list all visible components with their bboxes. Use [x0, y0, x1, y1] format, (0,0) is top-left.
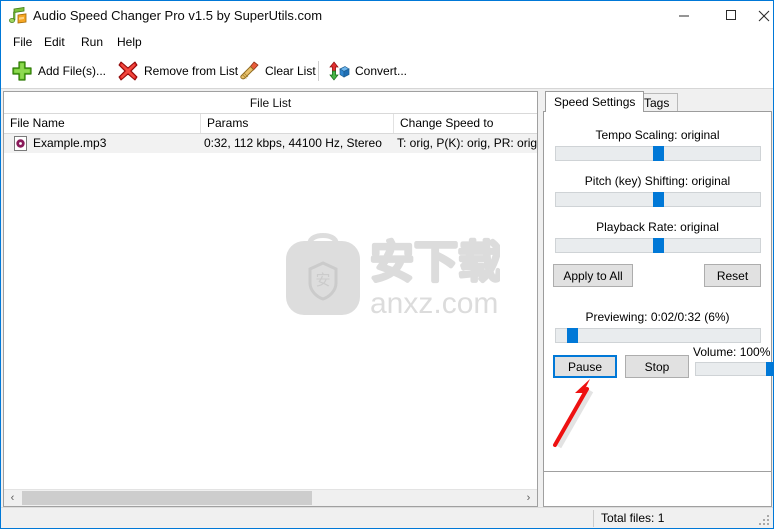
status-bar: Total files: 1 [1, 507, 773, 528]
remove-from-list-label: Remove from List [144, 64, 239, 78]
pitch-shifting-label: Pitch (key) Shifting: original [584, 174, 731, 188]
volume-slider-thumb[interactable] [766, 362, 773, 376]
table-row[interactable]: Example.mp3 0:32, 112 kbps, 44100 Hz, St… [4, 134, 537, 153]
playback-rate-slider-thumb[interactable] [653, 238, 664, 253]
playback-rate-slider[interactable] [555, 238, 761, 253]
green-plus-icon [11, 60, 33, 82]
reset-button[interactable]: Reset [704, 264, 761, 287]
cell-change-speed-to: T: orig, P(K): orig, PR: orig [397, 136, 537, 150]
tempo-scaling-slider[interactable] [555, 146, 761, 161]
tags-preview-blank-panel [543, 471, 772, 507]
menu-file[interactable]: File [7, 34, 38, 51]
window-title: Audio Speed Changer Pro v1.5 by SuperUti… [33, 8, 323, 23]
column-header-change-speed-to[interactable]: Change Speed to [394, 114, 537, 133]
minimize-icon [678, 15, 689, 17]
toolbar: Add File(s)... Remove from List Clear Li… [1, 53, 773, 89]
music-note-icon [8, 6, 28, 26]
apply-to-all-button[interactable]: Apply to All [553, 264, 633, 287]
remove-from-list-button[interactable]: Remove from List [117, 57, 238, 85]
preview-progress-slider[interactable] [555, 328, 761, 343]
menu-bar: File Edit Run Help [1, 31, 773, 53]
tempo-scaling-label: Tempo Scaling: original [595, 128, 720, 142]
broom-icon [238, 60, 260, 82]
file-list-panel: File List File Name Params Change Speed … [3, 91, 538, 507]
convert-label: Convert... [355, 64, 408, 78]
convert-cube-icon [328, 60, 350, 82]
menu-run[interactable]: Run [75, 34, 109, 51]
stop-button[interactable]: Stop [625, 355, 689, 378]
file-list-body: Example.mp3 0:32, 112 kbps, 44100 Hz, St… [4, 134, 537, 488]
close-icon [758, 10, 770, 21]
add-files-label: Add File(s)... [38, 64, 107, 78]
file-list-caption: File List [4, 92, 537, 114]
mp3-file-icon [13, 136, 28, 151]
close-button[interactable] [755, 1, 773, 30]
red-x-icon [117, 60, 139, 82]
status-bar-separator [593, 510, 594, 527]
horizontal-scrollbar[interactable]: ‹ › [4, 489, 537, 506]
cell-file-name: Example.mp3 [33, 136, 107, 150]
preview-progress-thumb[interactable] [567, 328, 578, 343]
speed-settings-panel: Tempo Scaling: original Pitch (key) Shif… [543, 111, 773, 484]
volume-label: Volume: 100% [693, 345, 771, 359]
toolbar-separator [318, 61, 319, 81]
resize-grip-icon[interactable] [758, 514, 770, 526]
settings-tabstrip: Speed Settings Tags [543, 91, 772, 112]
cell-params: 0:32, 112 kbps, 44100 Hz, Stereo [204, 136, 382, 150]
scrollbar-thumb[interactable] [22, 491, 312, 505]
add-files-button[interactable]: Add File(s)... [11, 57, 106, 85]
column-header-params[interactable]: Params [201, 114, 394, 133]
maximize-icon [725, 10, 736, 20]
volume-slider[interactable] [695, 362, 773, 376]
pause-button[interactable]: Pause [553, 355, 617, 378]
playback-rate-label: Playback Rate: original [596, 220, 719, 234]
pitch-shifting-slider[interactable] [555, 192, 761, 207]
minimize-button[interactable] [661, 1, 707, 30]
title-bar: Audio Speed Changer Pro v1.5 by SuperUti… [1, 1, 773, 31]
menu-edit[interactable]: Edit [38, 34, 71, 51]
tempo-scaling-slider-thumb[interactable] [653, 146, 664, 161]
pitch-shifting-slider-thumb[interactable] [653, 192, 664, 207]
convert-button[interactable]: Convert... [328, 57, 407, 85]
column-header-file-name[interactable]: File Name [4, 114, 201, 133]
clear-list-button[interactable]: Clear List [238, 57, 316, 85]
maximize-button[interactable] [708, 1, 754, 30]
scroll-left-button[interactable]: ‹ [4, 490, 21, 506]
preview-status-label: Previewing: 0:02/0:32 (6%) [585, 310, 730, 324]
tab-speed-settings[interactable]: Speed Settings [545, 91, 645, 112]
clear-list-label: Clear List [265, 64, 316, 78]
menu-help[interactable]: Help [111, 34, 148, 51]
scroll-right-button[interactable]: › [520, 490, 537, 506]
total-files-status: Total files: 1 [601, 511, 665, 525]
file-list-header: File Name Params Change Speed to [4, 114, 537, 134]
application-window: Audio Speed Changer Pro v1.5 by SuperUti… [0, 0, 774, 529]
